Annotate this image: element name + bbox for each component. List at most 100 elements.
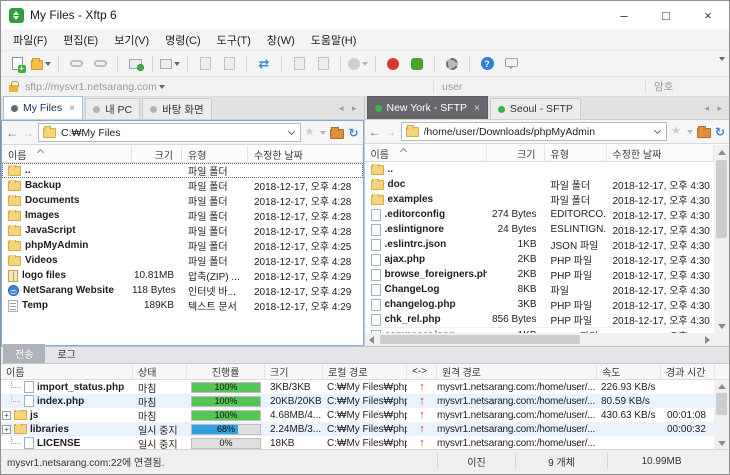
- close-button[interactable]: ×: [687, 1, 729, 29]
- menu-tools[interactable]: 도구(T): [209, 29, 259, 51]
- file-row[interactable]: .editorconfig274 BytesEDITORCO...2018-12…: [365, 207, 715, 222]
- file-row[interactable]: Backup파일 폴더2018-12-17, 오후 4:28: [2, 178, 363, 193]
- home-folder-icon[interactable]: [330, 129, 344, 139]
- minimize-button[interactable]: –: [603, 1, 645, 29]
- settings-gear-icon[interactable]: [442, 54, 462, 74]
- home-folder-icon[interactable]: [697, 128, 711, 138]
- help-icon[interactable]: ?: [477, 54, 497, 74]
- menu-file[interactable]: 파일(F): [5, 29, 55, 51]
- file-row[interactable]: Documents파일 폴더2018-12-17, 오후 4:28: [2, 193, 363, 208]
- column-elapsed[interactable]: 경과 시간: [661, 364, 715, 379]
- expand-icon[interactable]: +: [2, 411, 11, 420]
- transfer-row[interactable]: LICENSE 일시 중지 0% 18KB C:₩Mv Files₩php...…: [1, 436, 714, 449]
- refresh-icon[interactable]: ↻: [715, 126, 725, 138]
- file-row[interactable]: changelog.php3KBPHP 파일2018-12-17, 오후 4:3…: [365, 297, 715, 312]
- window-layout-icon[interactable]: [160, 54, 180, 74]
- file-row[interactable]: JavaScript파일 폴더2018-12-17, 오후 4:28: [2, 223, 363, 238]
- scroll-down-icon[interactable]: [714, 437, 729, 449]
- xshell-icon[interactable]: [383, 54, 403, 74]
- column-size[interactable]: 크기: [265, 364, 323, 379]
- column-type[interactable]: 유형: [545, 145, 607, 161]
- menu-view[interactable]: 보기(V): [106, 29, 157, 51]
- remote-path-combo[interactable]: /home/user/Downloads/phpMyAdmin: [401, 122, 668, 141]
- menu-command[interactable]: 명령(C): [157, 29, 209, 51]
- menu-help[interactable]: 도움말(H): [303, 29, 365, 51]
- file-row[interactable]: browse_foreigners.php2KBPHP 파일2018-12-17…: [365, 267, 715, 282]
- column-name[interactable]: 이름: [2, 146, 132, 162]
- feedback-icon[interactable]: [501, 54, 521, 74]
- file-row[interactable]: Temp189KB텍스트 문서2018-12-17, 오후 4:29: [2, 298, 363, 313]
- column-type[interactable]: 유형: [182, 146, 248, 162]
- new-file-icon[interactable]: +: [7, 54, 27, 74]
- transfer-icon[interactable]: ⇄: [254, 54, 274, 74]
- file-row[interactable]: .eslintrc.json1KBJSON 파일2018-12-17, 오후 4…: [365, 237, 715, 252]
- back-icon[interactable]: ←: [6, 126, 18, 140]
- local-path-combo[interactable]: C:₩My Files: [38, 123, 301, 142]
- bookmark-icon[interactable]: ★: [671, 126, 681, 137]
- maximize-button[interactable]: □: [645, 1, 687, 29]
- file-row[interactable]: examples파일 폴더2018-12-17, 오후 4:30: [365, 192, 715, 207]
- file-row[interactable]: phpMyAdmin파일 폴더2018-12-17, 오후 4:25: [2, 238, 363, 253]
- column-local-path[interactable]: 로컬 경로: [323, 364, 407, 379]
- tab-scroll-arrows[interactable]: ◂ ▸: [339, 103, 360, 114]
- bookmark-dropdown-icon[interactable]: [687, 130, 693, 134]
- column-size[interactable]: 크기: [132, 146, 182, 162]
- scrollbar-thumb[interactable]: [380, 335, 580, 344]
- toolbar-overflow-icon[interactable]: [719, 57, 725, 61]
- transfer-row[interactable]: +js 마침 100% 4.68MB/4... C:₩My Files₩php.…: [1, 408, 714, 422]
- scroll-up-icon[interactable]: [714, 145, 729, 159]
- forward-icon[interactable]: →: [385, 125, 397, 139]
- menu-edit[interactable]: 편집(E): [55, 29, 106, 51]
- expand-icon[interactable]: +: [2, 425, 11, 434]
- open-folder-icon[interactable]: [31, 54, 51, 74]
- column-date[interactable]: 수정한 날짜: [248, 146, 363, 162]
- column-size[interactable]: 크기: [487, 145, 545, 161]
- password-field[interactable]: 암호: [654, 78, 723, 95]
- remote-vertical-scrollbar[interactable]: [714, 145, 729, 333]
- address-url[interactable]: sftp://mysvr1.netsarang.com: [25, 81, 157, 93]
- refresh-icon[interactable]: ↻: [348, 127, 358, 139]
- column-progress[interactable]: 진행률: [187, 364, 265, 379]
- path-dropdown-icon[interactable]: [654, 127, 661, 134]
- transfer-row[interactable]: +libraries 일시 중지 68% 2.24MB/3... C:₩My F…: [1, 422, 714, 436]
- tab-scroll-arrows[interactable]: ◂ ▸: [704, 103, 725, 114]
- remote-horizontal-scrollbar[interactable]: [365, 333, 715, 346]
- tab-new-york-sftp[interactable]: New York - SFTP ×: [367, 96, 488, 119]
- transfer-row[interactable]: index.php 마침 100% 20KB/20KB C:₩My Files₩…: [1, 394, 714, 408]
- scroll-down-icon[interactable]: [714, 319, 729, 333]
- tab-my-files[interactable]: My Files ×: [3, 96, 83, 119]
- bookmark-dropdown-icon[interactable]: [320, 131, 326, 135]
- properties-icon[interactable]: [125, 54, 145, 74]
- tab-seoul-sftp[interactable]: Seoul - SFTP: [490, 98, 581, 119]
- bookmark-icon[interactable]: ★: [305, 127, 315, 138]
- file-row[interactable]: doc파일 폴더2018-12-17, 오후 4:30: [365, 177, 715, 192]
- file-row[interactable]: Videos파일 폴더2018-12-17, 오후 4:28: [2, 253, 363, 268]
- tab-transfer[interactable]: 전송: [3, 344, 45, 363]
- column-status[interactable]: 상태: [133, 364, 187, 379]
- address-dropdown-icon[interactable]: [159, 85, 165, 89]
- column-direction[interactable]: <->: [407, 364, 437, 379]
- file-row[interactable]: NetSarang Website118 Bytes인터넷 바...2018-1…: [2, 283, 363, 298]
- file-row[interactable]: ..: [365, 162, 715, 177]
- scrollbar-thumb[interactable]: [716, 160, 727, 238]
- column-speed[interactable]: 속도: [597, 364, 661, 379]
- scroll-right-icon[interactable]: [700, 333, 714, 346]
- file-row[interactable]: chk_rel.php856 BytesPHP 파일2018-12-17, 오후…: [365, 312, 715, 327]
- scroll-left-icon[interactable]: [365, 333, 379, 346]
- file-row[interactable]: ..파일 폴더: [2, 163, 363, 178]
- column-name[interactable]: 이름: [365, 145, 487, 161]
- xftp-icon[interactable]: [407, 54, 427, 74]
- file-row[interactable]: ajax.php2KBPHP 파일2018-12-17, 오후 4:30: [365, 252, 715, 267]
- path-dropdown-icon[interactable]: [288, 128, 295, 135]
- transfer-row[interactable]: import_status.php 마침 100% 3KB/3KB C:₩My …: [1, 380, 714, 394]
- back-icon[interactable]: ←: [369, 125, 381, 139]
- transfer-vertical-scrollbar[interactable]: [714, 380, 729, 449]
- tab-log[interactable]: 로그: [45, 344, 87, 363]
- file-row[interactable]: .eslintignore24 BytesESLINTIGN...2018-12…: [365, 222, 715, 237]
- tab-desktop[interactable]: 바탕 화면: [142, 98, 212, 119]
- resize-grip[interactable]: [715, 450, 729, 472]
- tab-my-pc[interactable]: 내 PC: [85, 98, 140, 119]
- tab-close-icon[interactable]: ×: [69, 103, 75, 114]
- file-row[interactable]: ChangeLog8KB파일2018-12-17, 오후 4:30: [365, 282, 715, 297]
- menu-window[interactable]: 창(W): [259, 29, 303, 51]
